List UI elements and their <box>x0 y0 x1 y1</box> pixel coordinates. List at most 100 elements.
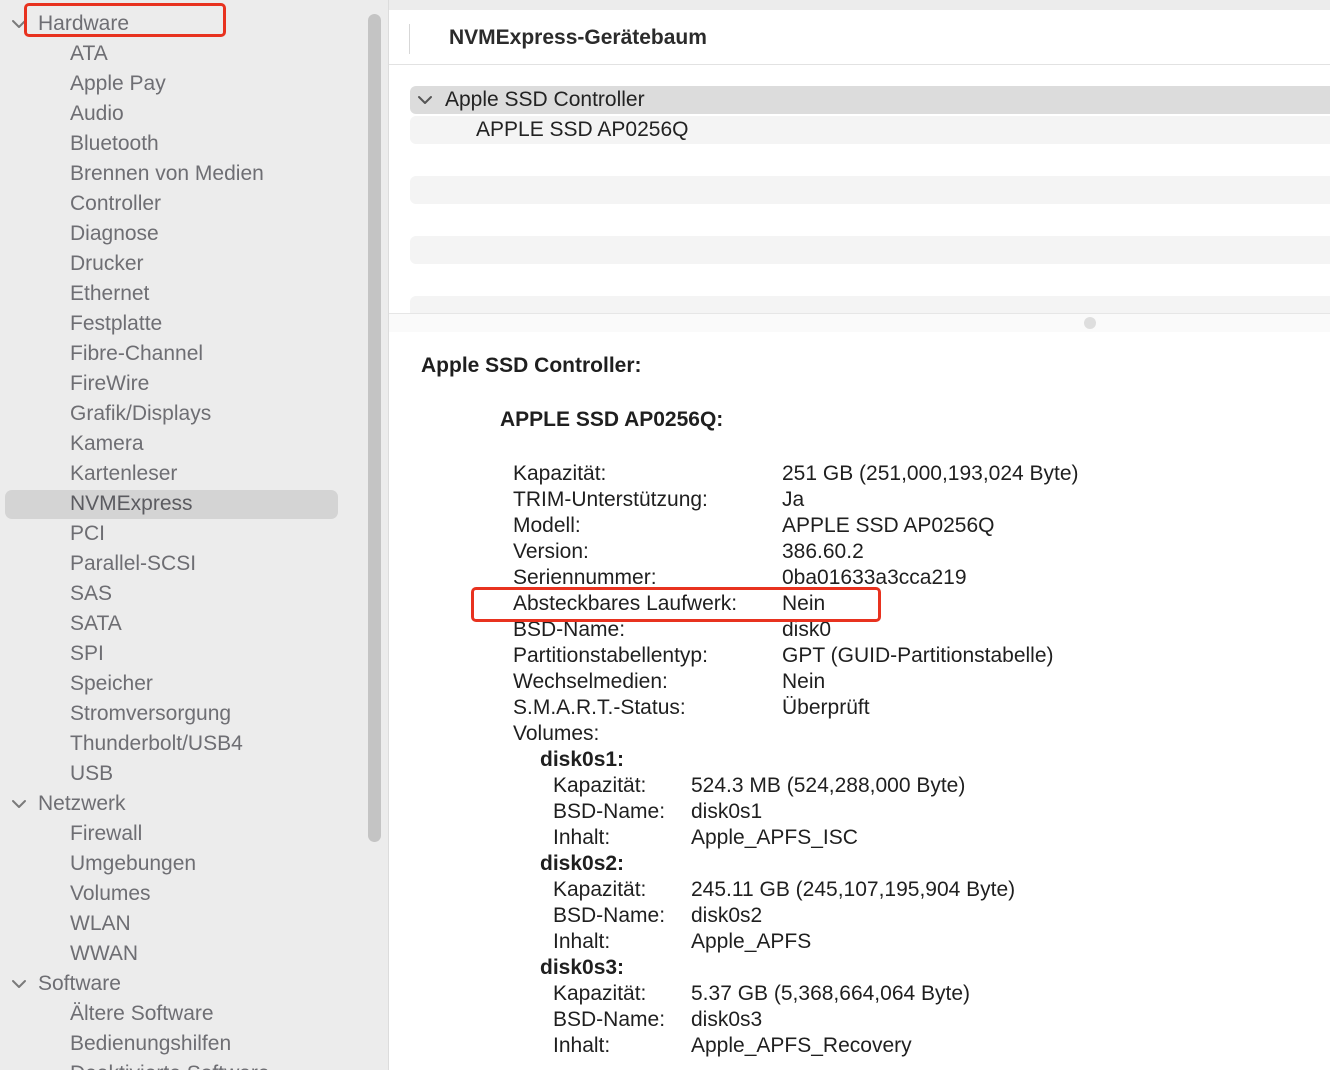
volume-property-value: disk0s3 <box>691 1008 763 1031</box>
sidebar-item-fibre-channel[interactable]: Fibre-Channel <box>0 339 388 369</box>
sidebar-item-label: Ältere Software <box>70 1002 214 1025</box>
sidebar-item-label: SAS <box>70 582 113 605</box>
sidebar-item-label: Bluetooth <box>70 132 159 155</box>
sidebar-item-parallel-scsi[interactable]: Parallel-SCSI <box>0 549 388 579</box>
volume-name-label: disk0s1: <box>540 748 625 771</box>
sidebar-item-sata[interactable]: SATA <box>0 609 388 639</box>
property-row-value: APPLE SSD AP0256Q <box>782 514 995 537</box>
sidebar-item-label: WWAN <box>70 942 139 965</box>
chevron-down-icon[interactable] <box>10 15 28 33</box>
sidebar-scrollbar[interactable] <box>366 14 383 842</box>
sidebar-item-brennen-von-medien[interactable]: Brennen von Medien <box>0 159 388 189</box>
property-row-value: Nein <box>782 670 826 693</box>
sidebar-item-drucker[interactable]: Drucker <box>0 249 388 279</box>
volume-property-label: Inhalt: <box>553 1034 611 1057</box>
sidebar-group-hardware[interactable]: Hardware <box>0 9 388 39</box>
sidebar-item-usb[interactable]: USB <box>0 759 388 789</box>
sidebar-item-firewall[interactable]: Firewall <box>0 819 388 849</box>
sidebar-item-audio[interactable]: Audio <box>0 99 388 129</box>
sidebar-item-pci[interactable]: PCI <box>0 519 388 549</box>
detail-device-title: APPLE SSD AP0256Q: <box>500 408 724 431</box>
sidebar-item-label: WLAN <box>70 912 131 935</box>
sidebar-item-speicher[interactable]: Speicher <box>0 669 388 699</box>
sidebar-item-firewire[interactable]: FireWire <box>0 369 388 399</box>
sidebar-item-ältere-software[interactable]: Ältere Software <box>0 999 388 1029</box>
sidebar-item-stromversorgung[interactable]: Stromversorgung <box>0 699 388 729</box>
sidebar-item-spi[interactable]: SPI <box>0 639 388 669</box>
sidebar-item-diagnose[interactable]: Diagnose <box>0 219 388 249</box>
sidebar-item-label: SATA <box>70 612 122 635</box>
property-row-value: Ja <box>782 488 805 511</box>
tree-row-device[interactable]: APPLE SSD AP0256Q <box>410 116 1330 144</box>
sidebar-item-label: Drucker <box>70 252 144 275</box>
sidebar-item-label: Speicher <box>70 672 153 695</box>
sidebar-item-sas[interactable]: SAS <box>0 579 388 609</box>
sidebar-item-kartenleser[interactable]: Kartenleser <box>0 459 388 489</box>
divider-handle[interactable] <box>1084 317 1096 329</box>
sidebar-group-label: Software <box>38 972 121 995</box>
detail-pane: Apple SSD Controller: APPLE SSD AP0256Q:… <box>389 332 1330 1070</box>
sidebar-item-apple-pay[interactable]: Apple Pay <box>0 69 388 99</box>
sidebar-item-label: Volumes <box>70 882 151 905</box>
sidebar-item-thunderbolt-usb4[interactable]: Thunderbolt/USB4 <box>0 729 388 759</box>
sidebar-item-label: Grafik/Displays <box>70 402 212 425</box>
header-divider <box>409 24 410 54</box>
sidebar-item-ethernet[interactable]: Ethernet <box>0 279 388 309</box>
sidebar-item-controller[interactable]: Controller <box>0 189 388 219</box>
sidebar-item-label: Thunderbolt/USB4 <box>70 732 243 755</box>
sidebar-item-grafik-displays[interactable]: Grafik/Displays <box>0 399 388 429</box>
detail-section-title: Apple SSD Controller: <box>421 354 642 377</box>
property-row-label: S.M.A.R.T.-Status: <box>513 696 686 719</box>
property-row-value: Nein <box>782 592 826 615</box>
tree-controller-label: Apple SSD Controller <box>445 88 645 111</box>
sidebar-item-kamera[interactable]: Kamera <box>0 429 388 459</box>
sidebar-item-label: Fibre-Channel <box>70 342 204 365</box>
sidebar-item-label: Stromversorgung <box>70 702 232 725</box>
sidebar-item-nvmexpress[interactable]: NVMExpress <box>0 489 388 519</box>
sidebar-item-label: USB <box>70 762 114 785</box>
sidebar-item-wlan[interactable]: WLAN <box>0 909 388 939</box>
sidebar-item-label: Parallel-SCSI <box>70 552 197 575</box>
split-view-divider[interactable] <box>389 313 1330 333</box>
sidebar-item-bedienungshilfen[interactable]: Bedienungshilfen <box>0 1029 388 1059</box>
sidebar-item-umgebungen[interactable]: Umgebungen <box>0 849 388 879</box>
chevron-down-icon[interactable] <box>10 795 28 813</box>
sidebar-item-ata[interactable]: ATA <box>0 39 388 69</box>
volume-property-value: disk0s1 <box>691 800 763 823</box>
sidebar-item-bluetooth[interactable]: Bluetooth <box>0 129 388 159</box>
property-row-label: Wechselmedien: <box>513 670 668 693</box>
volume-property-value: 245.11 GB (245,107,195,904 Byte) <box>691 878 1016 901</box>
property-row-value: disk0 <box>782 618 832 641</box>
chevron-down-icon[interactable] <box>416 91 434 109</box>
volume-property-label: Kapazität: <box>553 878 647 901</box>
property-row-value: 0ba01633a3cca219 <box>782 566 967 589</box>
volume-property-value: Apple_APFS <box>691 930 812 953</box>
volume-property-label: Inhalt: <box>553 930 611 953</box>
chevron-down-icon[interactable] <box>10 975 28 993</box>
header-bar: NVMExpress-Gerätebaum <box>389 10 1330 65</box>
sidebar-item-volumes[interactable]: Volumes <box>0 879 388 909</box>
sidebar-item-label: Controller <box>70 192 162 215</box>
sidebar-item-wwan[interactable]: WWAN <box>0 939 388 969</box>
sidebar-group-netzwerk[interactable]: Netzwerk <box>0 789 388 819</box>
sidebar-group-software[interactable]: Software <box>0 969 388 999</box>
device-tree: Apple SSD Controller APPLE SSD AP0256Q <box>389 65 1330 315</box>
sidebar-item-festplatte[interactable]: Festplatte <box>0 309 388 339</box>
property-row-label: TRIM-Unterstützung: <box>513 488 708 511</box>
sidebar-item-label: Audio <box>70 102 124 125</box>
sidebar-group-label: Hardware <box>38 12 130 35</box>
sidebar-item-label: Kamera <box>70 432 144 455</box>
sidebar-item-label: NVMExpress <box>70 492 193 515</box>
page-title: NVMExpress-Gerätebaum <box>449 26 707 49</box>
tree-row-controller[interactable]: Apple SSD Controller <box>410 86 1330 114</box>
property-row-value: 386.60.2 <box>782 540 864 563</box>
sidebar-item-label: ATA <box>70 42 108 65</box>
sidebar-item-deaktivierte-software[interactable]: Deaktivierte Software <box>0 1059 388 1070</box>
volume-property-value: disk0s2 <box>691 904 763 927</box>
sidebar-group-label: Netzwerk <box>38 792 126 815</box>
property-row-label: Volumes: <box>513 722 600 745</box>
sidebar: Hardware ATA Apple Pay Audio Bluetooth Brenne… <box>0 0 389 1070</box>
sidebar-item-label: Brennen von Medien <box>70 162 264 185</box>
volume-property-value: 524.3 MB (524,288,000 Byte) <box>691 774 966 797</box>
sidebar-scrollbar-thumb[interactable] <box>368 14 381 842</box>
